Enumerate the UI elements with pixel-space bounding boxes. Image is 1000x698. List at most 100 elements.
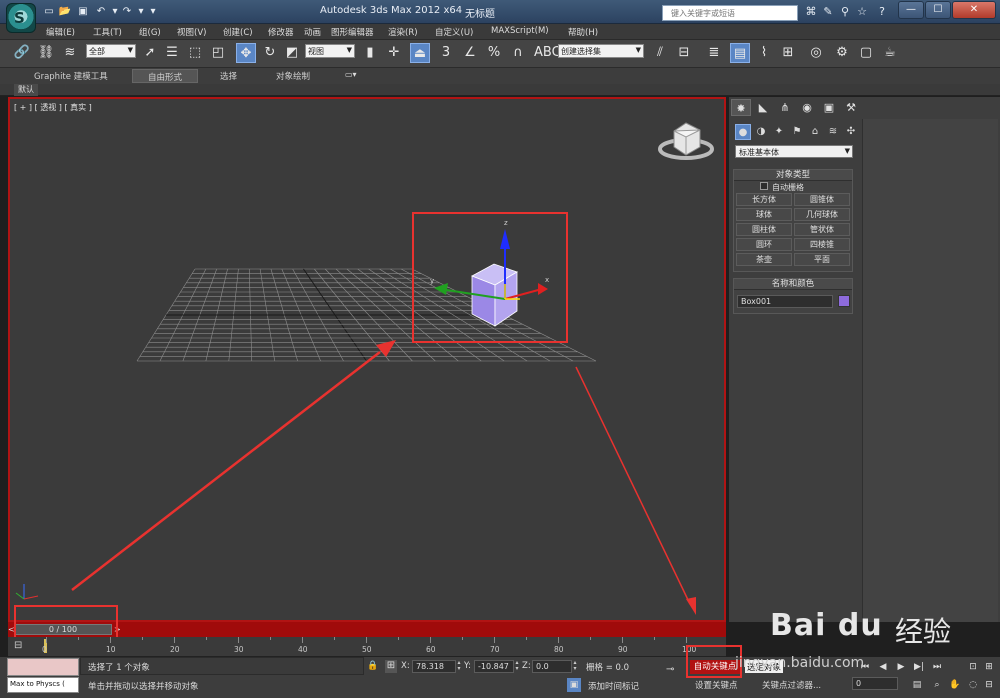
space-warps-icon[interactable]: ≋ [825, 124, 841, 140]
customize-quick-access-icon[interactable]: ▾ [146, 5, 160, 18]
maximize-viewport-icon[interactable]: ⊟ [982, 678, 996, 692]
select-scale-icon[interactable]: ◩ [282, 43, 302, 63]
object-color-swatch[interactable] [838, 295, 850, 307]
undo-icon[interactable]: ↶ [94, 5, 108, 18]
create-tab-icon[interactable]: ✸ [731, 99, 751, 116]
align-icon[interactable]: ⊟ [674, 43, 694, 63]
render-setup-icon[interactable]: ⚙ [832, 43, 852, 63]
pyramid-button[interactable]: 四棱锥 [794, 238, 850, 251]
zoom-icon[interactable]: ⌕ [930, 678, 944, 692]
x-spinner-icon[interactable]: ▴ ▾ [456, 660, 462, 673]
time-tag-icon[interactable]: ▣ [567, 678, 581, 692]
menu-views[interactable]: 视图(V) [177, 26, 206, 38]
edit-named-selection-icon[interactable]: ABC [534, 43, 561, 63]
plane-button[interactable]: 平面 [794, 253, 850, 266]
menu-maxscript[interactable]: MAXScript(M) [491, 26, 549, 36]
pivot-center-icon[interactable]: ▮ [360, 43, 380, 63]
absolute-mode-icon[interactable]: ⊞ [385, 660, 397, 673]
rect-selection-icon[interactable]: ⬚ [185, 43, 205, 63]
cylinder-button[interactable]: 圆柱体 [736, 223, 792, 236]
bind-space-warp-icon[interactable]: ≋ [60, 43, 80, 63]
object-type-header[interactable]: 对象类型 [734, 170, 852, 181]
geometry-icon[interactable]: ● [735, 124, 751, 140]
zoom-extents-all-icon[interactable]: ⊞ [982, 660, 996, 674]
schematic-view-icon[interactable]: ⊞ [778, 43, 798, 63]
current-frame-field[interactable]: 0 [852, 677, 898, 690]
ribbon-options-icon[interactable]: ▭▾ [345, 70, 357, 79]
hierarchy-tab-icon[interactable]: ⋔ [775, 99, 795, 116]
reference-coordinate-dropdown[interactable]: 视图 ▼ [305, 44, 355, 58]
next-frame-icon[interactable]: ▶| [912, 660, 926, 674]
ribbon-default-label[interactable]: 默认 [14, 84, 38, 96]
snaps-toggle-icon[interactable]: 3 [436, 43, 456, 63]
menu-graph-editors[interactable]: 图形编辑器 [331, 26, 374, 38]
go-to-end-icon[interactable]: ⏭ [930, 660, 944, 674]
maxscript-input[interactable]: Max to Physcs ( [7, 677, 79, 693]
help-icon[interactable]: ? [874, 4, 890, 20]
menu-tools[interactable]: 工具(T) [93, 26, 122, 38]
torus-button[interactable]: 圆环 [736, 238, 792, 251]
selection-filter-dropdown[interactable]: 全部 ▼ [86, 44, 136, 58]
tab-object-paint[interactable]: 对象绘制 [266, 69, 320, 83]
select-object-icon[interactable]: ➚ [140, 43, 160, 63]
play-icon[interactable]: ▶ [894, 660, 908, 674]
rendered-frame-icon[interactable]: ▢ [856, 43, 876, 63]
binoculars-icon[interactable]: ⌘ [803, 4, 819, 20]
x-coordinate-field[interactable]: 78.318 [412, 660, 456, 673]
cone-button[interactable]: 圆锥体 [794, 193, 850, 206]
tab-selection[interactable]: 选择 [210, 69, 247, 83]
teapot-button[interactable]: 茶壶 [736, 253, 792, 266]
z-spinner-icon[interactable]: ▴ ▾ [572, 660, 578, 673]
redo-icon[interactable]: ↷ [120, 5, 134, 18]
cameras-icon[interactable]: ⚑ [789, 124, 805, 140]
new-file-icon[interactable]: ▭ [42, 5, 56, 18]
spinner-snap-icon[interactable]: ∩ [508, 43, 528, 63]
menu-modifiers[interactable]: 修改器 [268, 26, 294, 38]
curve-editor-icon[interactable]: ⌇ [754, 43, 774, 63]
material-editor-icon[interactable]: ◎ [806, 43, 826, 63]
shapes-icon[interactable]: ◑ [753, 124, 769, 140]
box-button[interactable]: 长方体 [736, 193, 792, 206]
add-time-tag-button[interactable]: 添加时间标记 [588, 680, 639, 692]
systems-icon[interactable]: ✣ [843, 124, 859, 140]
mirror-icon[interactable]: ⫽ [650, 43, 670, 63]
y-spinner-icon[interactable]: ▴ ▾ [514, 660, 520, 673]
favorites-icon[interactable]: ☆ [854, 4, 870, 20]
category-dropdown[interactable]: 标准基本体 ▼ [735, 145, 853, 158]
y-coordinate-field[interactable]: -10.847 [474, 660, 514, 673]
menu-rendering[interactable]: 渲染(R) [388, 26, 418, 38]
pan-view-icon[interactable]: ✋ [948, 678, 962, 692]
selection-lock-icon[interactable]: 🔒 [367, 661, 378, 671]
angle-snap-icon[interactable]: ∠ [460, 43, 480, 63]
set-key-button[interactable]: 设置关键点 [695, 679, 738, 691]
select-move-icon[interactable]: ✥ [236, 43, 256, 63]
maxscript-listener-mini[interactable] [7, 658, 79, 676]
lights-icon[interactable]: ✦ [771, 124, 787, 140]
save-icon[interactable]: ▣ [76, 5, 90, 18]
tab-graphite-modeling[interactable]: Graphite 建模工具 [24, 69, 118, 83]
name-color-header[interactable]: 名称和颜色 [734, 279, 852, 290]
menu-customize[interactable]: 自定义(U) [435, 26, 473, 38]
window-crossing-icon[interactable]: ◰ [208, 43, 228, 63]
autogrid-checkbox[interactable] [760, 182, 768, 190]
graphite-toggle-icon[interactable]: ▤ [730, 43, 750, 63]
track-bar[interactable]: ⊟ 0 10 20 30 40 50 60 70 80 90 100 [8, 637, 726, 657]
utilities-tab-icon[interactable]: ⚒ [841, 99, 861, 116]
geosphere-button[interactable]: 几何球体 [794, 208, 850, 221]
tube-button[interactable]: 管状体 [794, 223, 850, 236]
render-production-icon[interactable]: ☕ [880, 43, 900, 63]
key-filters-button[interactable]: 关键点过滤器... [762, 679, 821, 691]
subscription-icon[interactable]: ⚲ [837, 4, 853, 20]
orbit-icon[interactable]: ◌ [966, 678, 980, 692]
open-file-icon[interactable]: 📂 [58, 5, 72, 18]
menu-help[interactable]: 帮助(H) [568, 26, 598, 38]
percent-snap-icon[interactable]: % [484, 43, 504, 63]
menu-create[interactable]: 创建(C) [223, 26, 253, 38]
perspective-viewport[interactable]: [ + ] [ 透视 ] [ 真实 ] z x y [8, 97, 726, 622]
modify-tab-icon[interactable]: ◣ [753, 99, 773, 116]
select-by-name-icon[interactable]: ☰ [162, 43, 182, 63]
menu-animation[interactable]: 动画 [304, 26, 321, 38]
display-tab-icon[interactable]: ▣ [819, 99, 839, 116]
link-icon[interactable]: 🔗 [12, 43, 32, 63]
maximize-button[interactable]: ☐ [925, 1, 951, 19]
